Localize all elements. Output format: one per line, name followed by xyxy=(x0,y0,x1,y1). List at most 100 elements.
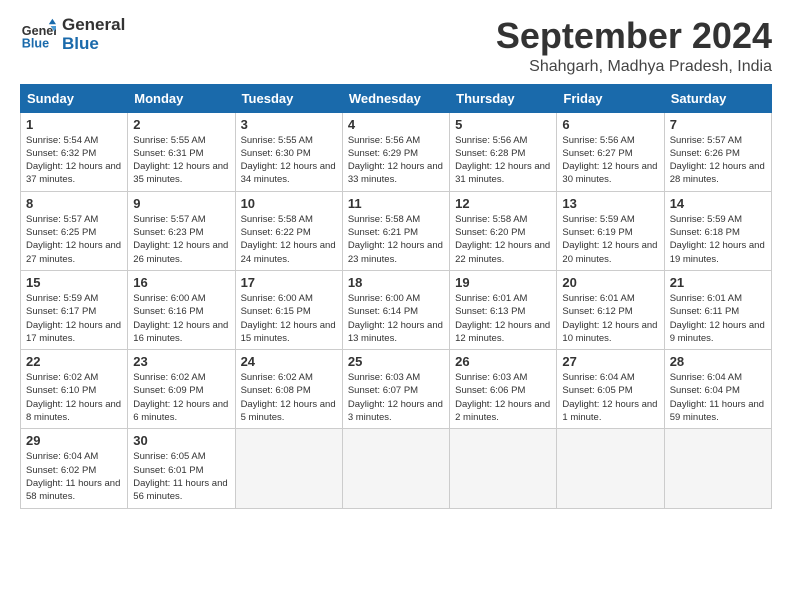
cell-info: Sunrise: 6:02 AMSunset: 6:08 PMDaylight:… xyxy=(241,371,337,424)
table-row: 29Sunrise: 6:04 AMSunset: 6:02 PMDayligh… xyxy=(21,429,128,508)
table-row: 27Sunrise: 6:04 AMSunset: 6:05 PMDayligh… xyxy=(557,350,664,429)
table-row: 19 Sunrise: 6:01 AMSunset: 6:13 PMDayligh… xyxy=(450,270,557,349)
calendar-week-row: 8 Sunrise: 5:57 AMSunset: 6:25 PMDaylight… xyxy=(21,191,772,270)
table-row: 16 Sunrise: 6:00 AMSunset: 6:16 PMDayligh… xyxy=(128,270,235,349)
cell-info: Sunrise: 5:59 AMSunset: 6:17 PMDaylight:… xyxy=(26,292,122,345)
cell-info: Sunrise: 5:56 AMSunset: 6:27 PMDaylight:… xyxy=(562,134,658,187)
table-row: 2 Sunrise: 5:55 AMSunset: 6:31 PMDaylight… xyxy=(128,112,235,191)
table-row: 3 Sunrise: 5:55 AMSunset: 6:30 PMDaylight… xyxy=(235,112,342,191)
day-number: 3 xyxy=(241,117,337,132)
cell-info: Sunrise: 5:54 AMSunset: 6:32 PMDaylight:… xyxy=(26,134,122,187)
cell-info: Sunrise: 5:56 AMSunset: 6:29 PMDaylight:… xyxy=(348,134,444,187)
table-row: 9Sunrise: 5:57 AMSunset: 6:23 PMDaylight… xyxy=(128,191,235,270)
day-number: 11 xyxy=(348,196,444,211)
month-title: September 2024 xyxy=(496,16,772,56)
day-number: 1 xyxy=(26,117,122,132)
day-number: 19 xyxy=(455,275,551,290)
day-number: 6 xyxy=(562,117,658,132)
col-friday: Friday xyxy=(557,84,664,112)
table-row xyxy=(450,429,557,508)
col-sunday: Sunday xyxy=(21,84,128,112)
col-wednesday: Wednesday xyxy=(342,84,449,112)
cell-info: Sunrise: 6:01 AMSunset: 6:13 PMDaylight:… xyxy=(455,292,551,345)
day-number: 16 xyxy=(133,275,229,290)
day-number: 26 xyxy=(455,354,551,369)
table-row xyxy=(557,429,664,508)
col-thursday: Thursday xyxy=(450,84,557,112)
day-number: 23 xyxy=(133,354,229,369)
cell-info: Sunrise: 5:57 AMSunset: 6:25 PMDaylight:… xyxy=(26,213,122,266)
logo-line1: General xyxy=(62,16,125,35)
cell-info: Sunrise: 5:55 AMSunset: 6:30 PMDaylight:… xyxy=(241,134,337,187)
cell-info: Sunrise: 5:57 AMSunset: 6:26 PMDaylight:… xyxy=(670,134,766,187)
cell-info: Sunrise: 6:03 AMSunset: 6:06 PMDaylight:… xyxy=(455,371,551,424)
cell-info: Sunrise: 6:01 AMSunset: 6:11 PMDaylight:… xyxy=(670,292,766,345)
day-number: 10 xyxy=(241,196,337,211)
cell-info: Sunrise: 6:05 AMSunset: 6:01 PMDaylight:… xyxy=(133,450,229,503)
day-number: 5 xyxy=(455,117,551,132)
col-saturday: Saturday xyxy=(664,84,771,112)
day-number: 28 xyxy=(670,354,766,369)
table-row: 23 Sunrise: 6:02 AMSunset: 6:09 PMDayligh… xyxy=(128,350,235,429)
table-row xyxy=(235,429,342,508)
day-number: 13 xyxy=(562,196,658,211)
cell-info: Sunrise: 5:59 AMSunset: 6:18 PMDaylight:… xyxy=(670,213,766,266)
day-number: 9 xyxy=(133,196,229,211)
table-row: 25Sunrise: 6:03 AMSunset: 6:07 PMDayligh… xyxy=(342,350,449,429)
calendar-week-row: 15Sunrise: 5:59 AMSunset: 6:17 PMDayligh… xyxy=(21,270,772,349)
cell-info: Sunrise: 5:55 AMSunset: 6:31 PMDaylight:… xyxy=(133,134,229,187)
cell-info: Sunrise: 5:58 AMSunset: 6:21 PMDaylight:… xyxy=(348,213,444,266)
table-row: 17Sunrise: 6:00 AMSunset: 6:15 PMDayligh… xyxy=(235,270,342,349)
cell-info: Sunrise: 6:04 AMSunset: 6:04 PMDaylight:… xyxy=(670,371,766,424)
header: General Blue General Blue September 2024… xyxy=(20,16,772,76)
table-row: 13 Sunrise: 5:59 AMSunset: 6:19 PMDayligh… xyxy=(557,191,664,270)
page: General Blue General Blue September 2024… xyxy=(0,0,792,525)
table-row xyxy=(342,429,449,508)
table-row: 30 Sunrise: 6:05 AMSunset: 6:01 PMDayligh… xyxy=(128,429,235,508)
table-row: 21Sunrise: 6:01 AMSunset: 6:11 PMDayligh… xyxy=(664,270,771,349)
location-subtitle: Shahgarh, Madhya Pradesh, India xyxy=(496,58,772,76)
cell-info: Sunrise: 5:58 AMSunset: 6:22 PMDaylight:… xyxy=(241,213,337,266)
table-row: 22 Sunrise: 6:02 AMSunset: 6:10 PMDayligh… xyxy=(21,350,128,429)
table-row: 24 Sunrise: 6:02 AMSunset: 6:08 PMDayligh… xyxy=(235,350,342,429)
day-number: 8 xyxy=(26,196,122,211)
day-number: 20 xyxy=(562,275,658,290)
cell-info: Sunrise: 5:58 AMSunset: 6:20 PMDaylight:… xyxy=(455,213,551,266)
table-row: 18 Sunrise: 6:00 AMSunset: 6:14 PMDayligh… xyxy=(342,270,449,349)
cell-info: Sunrise: 6:00 AMSunset: 6:16 PMDaylight:… xyxy=(133,292,229,345)
table-row: 7Sunrise: 5:57 AMSunset: 6:26 PMDaylight… xyxy=(664,112,771,191)
logo: General Blue General Blue xyxy=(20,16,125,53)
cell-info: Sunrise: 6:01 AMSunset: 6:12 PMDaylight:… xyxy=(562,292,658,345)
cell-info: Sunrise: 6:03 AMSunset: 6:07 PMDaylight:… xyxy=(348,371,444,424)
day-number: 4 xyxy=(348,117,444,132)
day-number: 2 xyxy=(133,117,229,132)
day-number: 24 xyxy=(241,354,337,369)
table-row: 6 Sunrise: 5:56 AMSunset: 6:27 PMDaylight… xyxy=(557,112,664,191)
table-row: 15Sunrise: 5:59 AMSunset: 6:17 PMDayligh… xyxy=(21,270,128,349)
cell-info: Sunrise: 5:56 AMSunset: 6:28 PMDaylight:… xyxy=(455,134,551,187)
table-row: 4 Sunrise: 5:56 AMSunset: 6:29 PMDaylight… xyxy=(342,112,449,191)
day-number: 12 xyxy=(455,196,551,211)
table-row: 10 Sunrise: 5:58 AMSunset: 6:22 PMDayligh… xyxy=(235,191,342,270)
cell-info: Sunrise: 6:00 AMSunset: 6:14 PMDaylight:… xyxy=(348,292,444,345)
table-row: 12 Sunrise: 5:58 AMSunset: 6:20 PMDayligh… xyxy=(450,191,557,270)
day-number: 29 xyxy=(26,433,122,448)
cell-info: Sunrise: 6:00 AMSunset: 6:15 PMDaylight:… xyxy=(241,292,337,345)
col-tuesday: Tuesday xyxy=(235,84,342,112)
table-row: 28 Sunrise: 6:04 AMSunset: 6:04 PMDayligh… xyxy=(664,350,771,429)
svg-text:Blue: Blue xyxy=(22,36,49,50)
table-row: 1 Sunrise: 5:54 AMSunset: 6:32 PMDaylight… xyxy=(21,112,128,191)
calendar-header-row: Sunday Monday Tuesday Wednesday Thursday… xyxy=(21,84,772,112)
cell-info: Sunrise: 5:59 AMSunset: 6:19 PMDaylight:… xyxy=(562,213,658,266)
day-number: 18 xyxy=(348,275,444,290)
day-number: 22 xyxy=(26,354,122,369)
calendar-week-row: 29Sunrise: 6:04 AMSunset: 6:02 PMDayligh… xyxy=(21,429,772,508)
cell-info: Sunrise: 6:02 AMSunset: 6:09 PMDaylight:… xyxy=(133,371,229,424)
table-row: 11 Sunrise: 5:58 AMSunset: 6:21 PMDayligh… xyxy=(342,191,449,270)
table-row: 14Sunrise: 5:59 AMSunset: 6:18 PMDayligh… xyxy=(664,191,771,270)
logo-icon: General Blue xyxy=(20,17,56,53)
logo-line2: Blue xyxy=(62,35,125,54)
calendar-week-row: 22 Sunrise: 6:02 AMSunset: 6:10 PMDayligh… xyxy=(21,350,772,429)
day-number: 30 xyxy=(133,433,229,448)
cell-info: Sunrise: 6:02 AMSunset: 6:10 PMDaylight:… xyxy=(26,371,122,424)
